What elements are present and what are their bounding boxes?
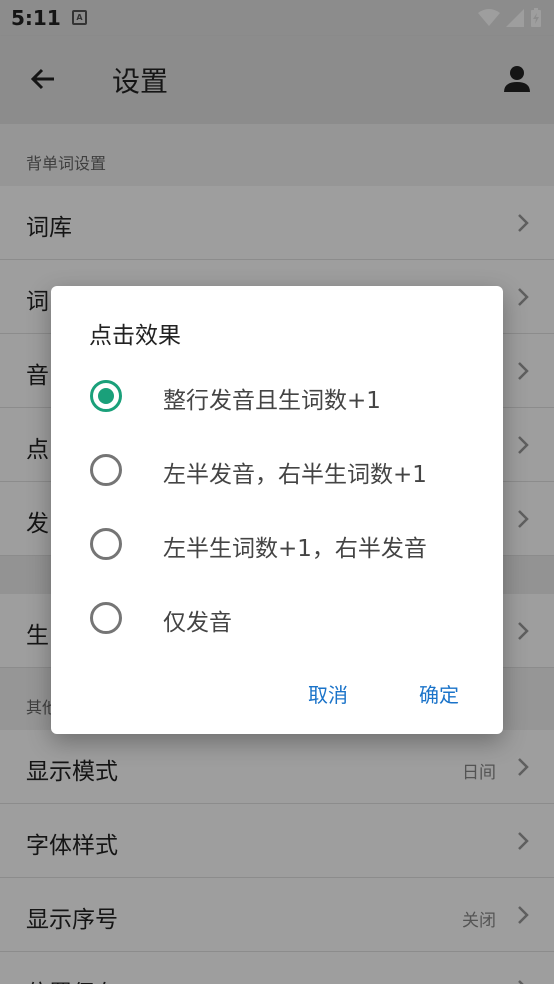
- radio-option-2[interactable]: 左半发音，右半生词数+1: [89, 440, 469, 500]
- option-label: 仅发音: [163, 610, 232, 636]
- radio-option-3[interactable]: 左半生词数+1，右半发音: [89, 514, 469, 574]
- option-label: 整行发音且生词数+1: [163, 388, 381, 414]
- radio-unchecked-icon[interactable]: [90, 602, 122, 634]
- radio-unchecked-icon[interactable]: [90, 528, 122, 560]
- confirm-button[interactable]: 确定: [419, 679, 459, 708]
- radio-option-1[interactable]: 整行发音且生词数+1: [89, 366, 469, 426]
- cancel-button[interactable]: 取消: [308, 679, 348, 708]
- radio-unchecked-icon[interactable]: [90, 454, 122, 486]
- radio-option-4[interactable]: 仅发音: [89, 588, 469, 648]
- dialog-title: 点击效果: [89, 323, 181, 349]
- click-effect-dialog: 点击效果 整行发音且生词数+1 左半发音，右半生词数+1 左半生词数+1，右半发…: [51, 286, 503, 734]
- radio-checked-icon[interactable]: [90, 380, 122, 412]
- option-label: 左半发音，右半生词数+1: [163, 462, 427, 488]
- option-label: 左半生词数+1，右半发音: [163, 536, 427, 562]
